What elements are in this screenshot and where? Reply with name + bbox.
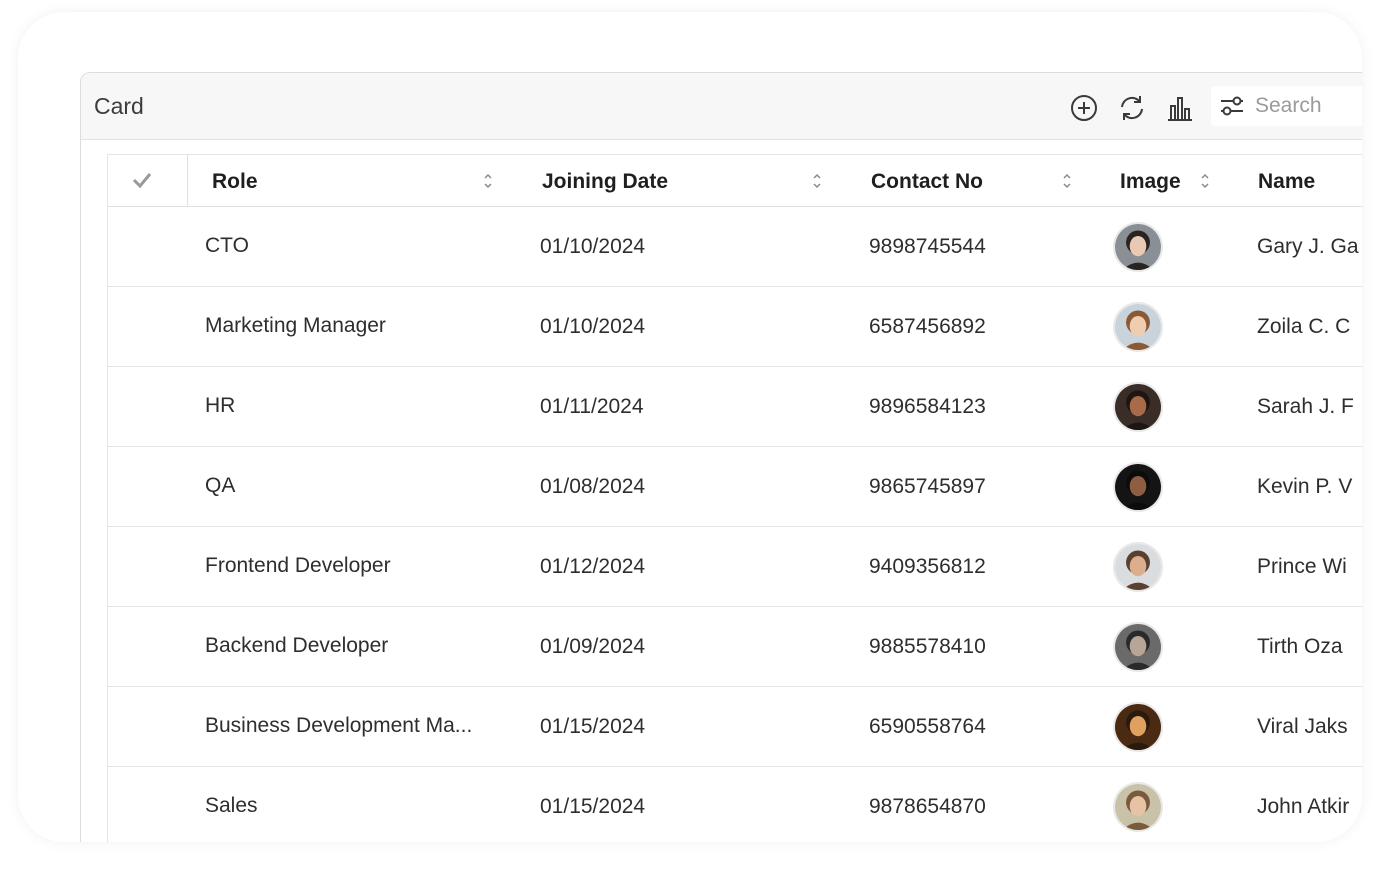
avatar [1113,382,1163,432]
cell-role: HR [205,394,236,417]
cell-role: Business Development Ma... [205,714,473,737]
column-header-joining-date[interactable]: Joining Date [542,155,668,207]
cell-contact-no: 9865745897 [869,475,986,498]
cell-contact-no: 9885578410 [869,635,986,658]
table-row[interactable]: Sales 01/15/2024 9878654870 John Atkir [108,767,1362,842]
search-input[interactable] [1255,92,1362,120]
grid-header: Role Joining Date Contact No Image Name [108,155,1362,207]
table-row[interactable]: QA 01/08/2024 9865745897 Kevin P. V [108,447,1362,527]
table-row[interactable]: CTO 01/10/2024 9898745544 Gary J. Ga [108,207,1362,287]
cell-joining-date: 01/10/2024 [540,235,646,258]
sort-icon[interactable] [482,172,494,190]
column-header-contact-no[interactable]: Contact No [871,155,983,207]
cell-name: Tirth Oza [1257,635,1343,658]
table-row[interactable]: Backend Developer 01/09/2024 9885578410 Tir… [108,607,1362,687]
chart-icon[interactable] [1165,93,1195,123]
cell-name: Zoila C. C [1257,315,1351,338]
cell-contact-no: 9878654870 [869,795,986,818]
data-grid: Role Joining Date Contact No Image Name … [107,154,1362,842]
cell-joining-date: 01/15/2024 [540,795,646,818]
card-title: Card [94,93,144,119]
cell-name: John Atkir [1257,795,1350,818]
cell-joining-date: 01/09/2024 [540,635,646,658]
cell-joining-date: 01/12/2024 [540,555,646,578]
cell-contact-no: 6590558764 [869,715,986,738]
add-circle-icon[interactable] [1069,93,1099,123]
cell-joining-date: 01/15/2024 [540,715,646,738]
column-header-role[interactable]: Role [212,155,258,207]
cell-contact-no: 9409356812 [869,555,986,578]
avatar [1113,462,1163,512]
avatar [1113,542,1163,592]
cell-name: Gary J. Ga [1257,235,1359,258]
cell-joining-date: 01/11/2024 [540,395,644,418]
refresh-icon[interactable] [1117,93,1147,123]
sort-icon[interactable] [1199,172,1211,190]
search-box[interactable] [1211,86,1362,126]
sort-icon[interactable] [1061,172,1073,190]
table-row[interactable]: Business Development Ma... 01/15/2024 6590… [108,687,1362,767]
cell-role: QA [205,474,236,497]
column-header-name[interactable]: Name [1258,155,1315,207]
table-row[interactable]: Frontend Developer 01/12/2024 9409356812 Pr… [108,527,1362,607]
cell-role: CTO [205,234,249,257]
cell-joining-date: 01/10/2024 [540,315,646,338]
select-all-checkbox[interactable] [108,155,188,207]
avatar [1113,782,1163,832]
avatar [1113,222,1163,272]
cell-joining-date: 01/08/2024 [540,475,646,498]
cell-role: Sales [205,794,258,817]
cell-contact-no: 9896584123 [869,395,986,418]
column-header-image[interactable]: Image [1120,155,1181,207]
card-header: Card [81,73,1362,140]
cell-name: Kevin P. V [1257,475,1353,498]
avatar [1113,702,1163,752]
cell-name: Sarah J. F [1257,395,1354,418]
cell-name: Viral Jaks [1257,715,1348,738]
cell-name: Prince Wi [1257,555,1347,578]
filter-icon[interactable] [1218,93,1246,119]
checkmark-icon [132,173,152,189]
cell-contact-no: 9898745544 [869,235,986,258]
table-row[interactable]: HR 01/11/2024 9896584123 Sarah J. F [108,367,1362,447]
card-panel: Card Role [80,72,1362,842]
cell-contact-no: 6587456892 [869,315,986,338]
app-frame: Card Role [18,12,1362,842]
cell-role: Marketing Manager [205,314,386,337]
cell-role: Backend Developer [205,634,389,657]
cell-role: Frontend Developer [205,554,391,577]
table-row[interactable]: Marketing Manager 01/10/2024 6587456892 Zoi… [108,287,1362,367]
avatar [1113,622,1163,672]
avatar [1113,302,1163,352]
sort-icon[interactable] [811,172,823,190]
